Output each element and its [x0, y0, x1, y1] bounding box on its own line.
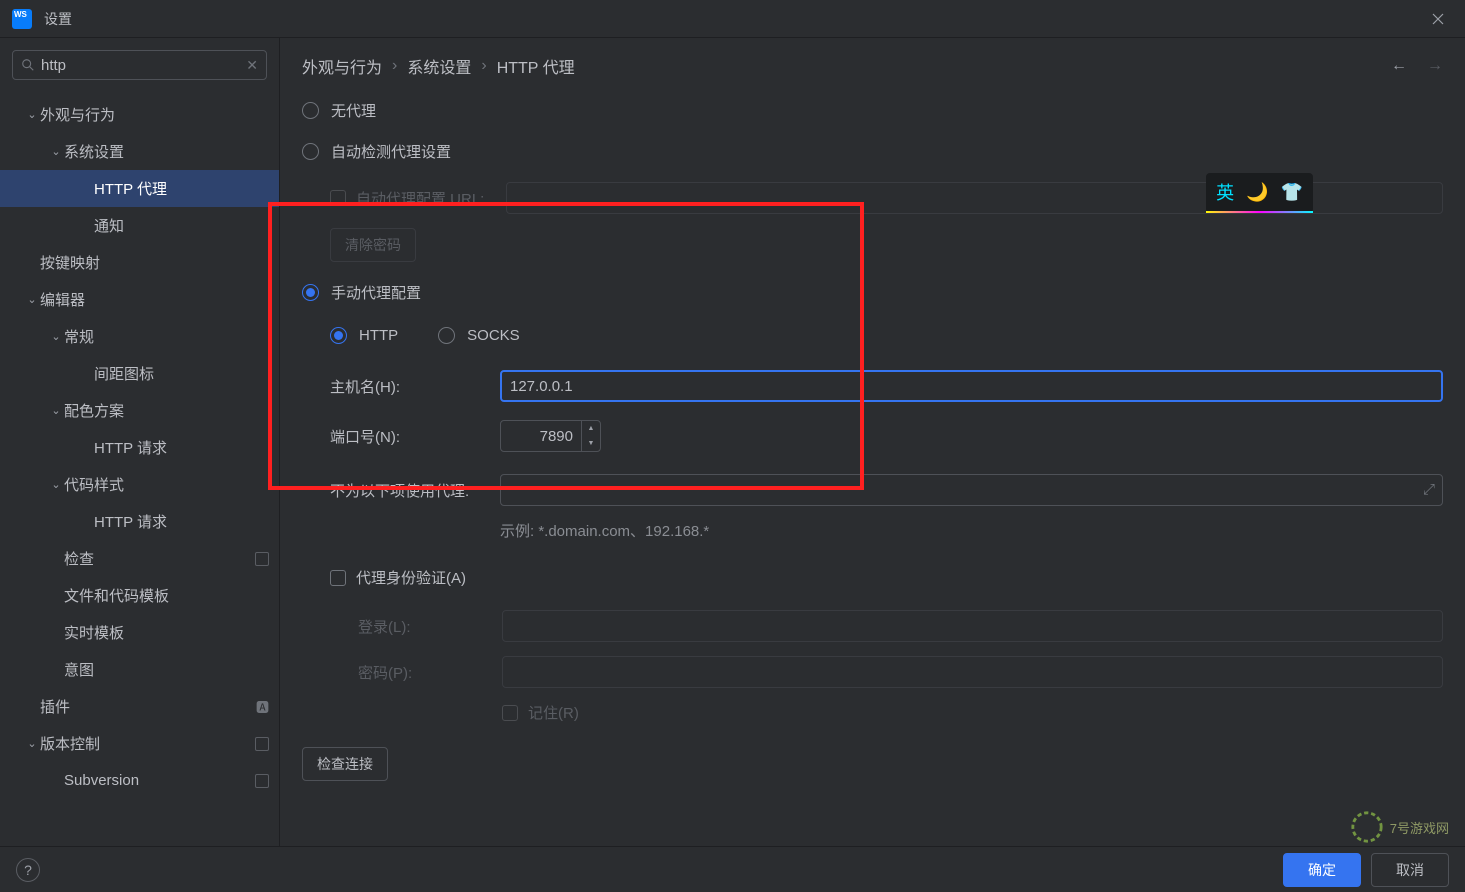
tree-item[interactable]: Subversion [0, 762, 279, 799]
clear-search-icon[interactable]: ✕ [246, 57, 258, 74]
content-panel: 外观与行为 › 系统设置 › HTTP 代理 ← → 无代理 自动检测代理设置 [280, 38, 1465, 846]
chevron-down-icon: ⌄ [48, 478, 64, 491]
nav-forward-icon: → [1427, 57, 1443, 75]
tree-item-label: 间距图标 [94, 363, 154, 384]
tree-item-label: 代码样式 [64, 474, 124, 495]
chevron-down-icon: ⌄ [48, 145, 64, 158]
tree-item[interactable]: ⌄配色方案 [0, 392, 279, 429]
project-badge-icon [255, 737, 269, 751]
input-password [502, 656, 1443, 688]
lang-icon: 🅰 [256, 697, 269, 716]
project-badge-icon [255, 774, 269, 788]
expand-icon[interactable]: ⤢ [1423, 481, 1435, 498]
footer: ? 确定 取消 [0, 846, 1465, 892]
tree-item[interactable]: 通知 [0, 207, 279, 244]
tree-item-label: 检查 [64, 548, 94, 569]
crumb-http-proxy: HTTP 代理 [497, 54, 575, 78]
radio-auto-detect[interactable] [302, 143, 319, 160]
example-text: 示例: *.domain.com、192.168.* [500, 520, 709, 541]
label-auto-detect: 自动检测代理设置 [331, 141, 451, 162]
breadcrumb: 外观与行为 › 系统设置 › HTTP 代理 ← → [302, 54, 1443, 78]
ime-lang: 英 [1216, 179, 1234, 205]
check-connection-button[interactable]: 检查连接 [302, 747, 388, 781]
tree-item-label: 实时模板 [64, 622, 124, 643]
moon-icon[interactable]: 🌙 [1246, 182, 1268, 203]
chevron-down-icon: ⌄ [48, 330, 64, 343]
tree-item[interactable]: ⌄外观与行为 [0, 96, 279, 133]
tree-item-label: 插件 [40, 696, 70, 717]
tree-item[interactable]: HTTP 代理 [0, 170, 279, 207]
tree-item-label: 编辑器 [40, 289, 85, 310]
tree-item-label: 外观与行为 [40, 104, 115, 125]
tree-item-label: 常规 [64, 326, 94, 347]
label-remember: 记住(R) [528, 702, 579, 723]
crumb-system[interactable]: 系统设置 [407, 54, 471, 78]
search-box: ✕ [12, 50, 267, 80]
nav-back-icon[interactable]: ← [1391, 57, 1407, 75]
tree-item[interactable]: 检查 [0, 540, 279, 577]
tree-item[interactable]: 意图 [0, 651, 279, 688]
window-title: 设置 [44, 9, 72, 29]
search-input[interactable] [41, 57, 246, 74]
close-button[interactable] [1423, 4, 1453, 34]
ime-widget[interactable]: 英 🌙 👕 [1206, 173, 1313, 213]
tree-item[interactable]: 实时模板 [0, 614, 279, 651]
tree-item-label: 系统设置 [64, 141, 124, 162]
label-no-proxy: 无代理 [331, 100, 376, 121]
tree-item-label: 意图 [64, 659, 94, 680]
tree-item-label: HTTP 代理 [94, 178, 167, 199]
tree-item-label: HTTP 请求 [94, 511, 167, 532]
label-password: 密码(P): [358, 662, 502, 683]
app-icon [12, 9, 32, 29]
titlebar: 设置 [0, 0, 1465, 38]
tree-item[interactable]: ⌄版本控制 [0, 725, 279, 762]
tree-item[interactable]: 文件和代码模板 [0, 577, 279, 614]
cancel-button[interactable]: 取消 [1371, 853, 1449, 887]
tree-item-label: Subversion [64, 772, 139, 789]
help-button[interactable]: ? [16, 858, 40, 882]
radio-no-proxy[interactable] [302, 102, 319, 119]
shirt-icon[interactable]: 👕 [1281, 182, 1303, 203]
tree-item[interactable]: ⌄常规 [0, 318, 279, 355]
chevron-down-icon: ⌄ [24, 293, 40, 306]
chevron-down-icon: ⌄ [24, 108, 40, 121]
tree-item[interactable]: ⌄代码样式 [0, 466, 279, 503]
chevron-down-icon: ⌄ [48, 404, 64, 417]
label-login: 登录(L): [358, 616, 502, 637]
tree-item[interactable]: 插件 🅰 [0, 688, 279, 725]
main: ✕ ⌄外观与行为⌄系统设置HTTP 代理通知按键映射⌄编辑器⌄常规间距图标⌄配色… [0, 38, 1465, 846]
tree-item-label: 配色方案 [64, 400, 124, 421]
tree-item-label: 版本控制 [40, 733, 100, 754]
checkbox-remember [502, 705, 518, 721]
watermark: 7号游戏网 [1350, 810, 1449, 844]
tree-item[interactable]: HTTP 请求 [0, 429, 279, 466]
checkbox-auth[interactable] [330, 570, 346, 586]
tree-item[interactable]: ⌄系统设置 [0, 133, 279, 170]
ok-button[interactable]: 确定 [1283, 853, 1361, 887]
tree-item-label: 按键映射 [40, 252, 100, 273]
tree-item[interactable]: 按键映射 [0, 244, 279, 281]
input-login [502, 610, 1443, 642]
chevron-down-icon: ⌄ [24, 737, 40, 750]
project-badge-icon [255, 552, 269, 566]
settings-tree: ⌄外观与行为⌄系统设置HTTP 代理通知按键映射⌄编辑器⌄常规间距图标⌄配色方案… [0, 92, 279, 846]
tree-item-label: HTTP 请求 [94, 437, 167, 458]
tree-item[interactable]: 间距图标 [0, 355, 279, 392]
tree-item-label: 通知 [94, 215, 124, 236]
highlight-box [268, 202, 864, 490]
tree-item[interactable]: HTTP 请求 [0, 503, 279, 540]
search-icon [21, 58, 35, 72]
tree-item-label: 文件和代码模板 [64, 585, 169, 606]
sidebar: ✕ ⌄外观与行为⌄系统设置HTTP 代理通知按键映射⌄编辑器⌄常规间距图标⌄配色… [0, 38, 280, 846]
tree-item[interactable]: ⌄编辑器 [0, 281, 279, 318]
crumb-appearance[interactable]: 外观与行为 [302, 54, 382, 78]
label-auth: 代理身份验证(A) [356, 567, 466, 588]
